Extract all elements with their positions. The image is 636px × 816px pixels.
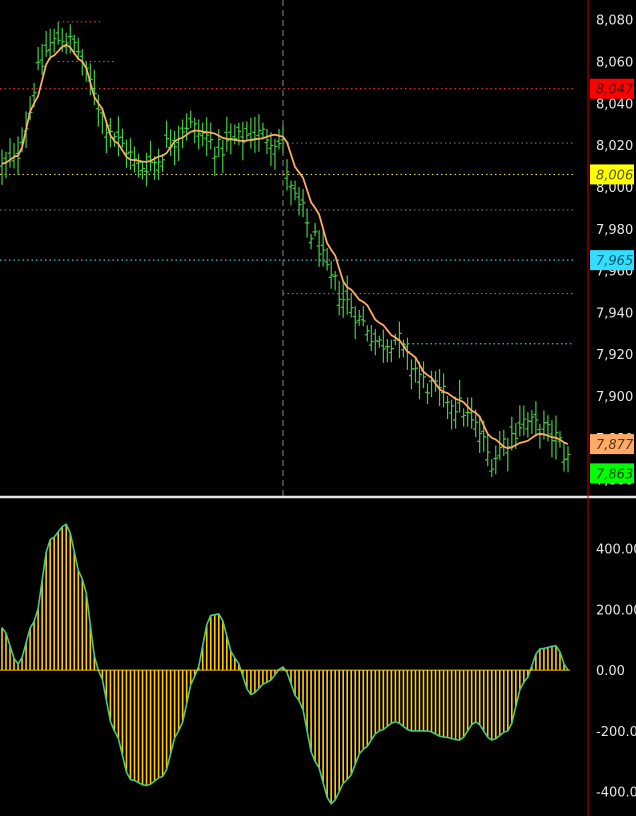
oscillator-axis-tick: -400.00	[596, 786, 636, 801]
price-axis-tick: 8,020	[596, 139, 633, 154]
price-axis-tick: 7,940	[596, 306, 633, 321]
level-label: 8,006	[596, 168, 633, 183]
price-axis-tick: 8,040	[596, 97, 633, 112]
oscillator-axis-tick: 200.00	[596, 603, 636, 618]
price-axis-tick: 7,900	[596, 390, 633, 405]
level-label: 8,047	[596, 83, 634, 98]
level-label: 7,965	[596, 254, 633, 269]
last-value-label: 7,863	[596, 467, 633, 482]
price-axis-tick: 8,060	[596, 56, 633, 71]
chart-canvas: 8,0808,0608,0408,0208,0007,9807,9607,940…	[0, 0, 636, 816]
price-axis-tick: 7,980	[596, 223, 633, 238]
chart-background	[0, 0, 636, 816]
oscillator-axis-tick: 0.00	[596, 664, 625, 679]
oscillator-axis-tick: 400.00	[596, 543, 636, 558]
price-axis-tick: 8,080	[596, 14, 633, 29]
last-value-label: 7,877	[596, 438, 634, 453]
price-axis-tick: 7,920	[596, 348, 633, 363]
oscillator-axis-tick: -200.00	[596, 725, 636, 740]
